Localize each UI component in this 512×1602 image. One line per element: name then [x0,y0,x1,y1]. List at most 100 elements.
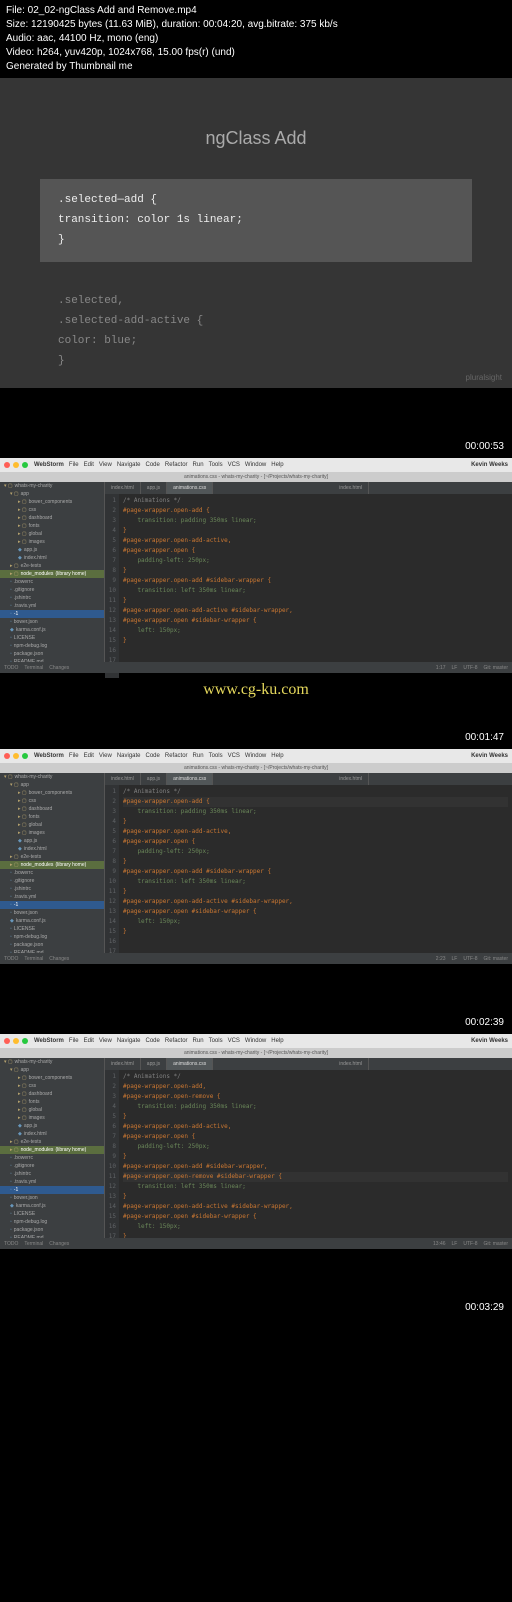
tree-item[interactable]: ▾ ▢app [0,781,104,789]
tree-item[interactable]: ◆karma.conf.js [0,626,104,634]
encoding[interactable]: UTF-8 [463,665,477,671]
tree-item[interactable]: ▸ ▢fonts [0,1098,104,1106]
menu-window[interactable]: Window [245,753,266,759]
tree-item[interactable]: ◆index.html [0,554,104,562]
close-icon[interactable] [4,1038,10,1044]
tree-item[interactable]: ▾ ▢app [0,1066,104,1074]
status-terminal[interactable]: Terminal [24,956,43,962]
tree-item[interactable]: ▸ ▢fonts [0,522,104,530]
tree-item[interactable]: ▫.jshintrc [0,885,104,893]
tree-item[interactable]: ▫.travis.yml [0,893,104,901]
line-ending[interactable]: LF [452,1241,458,1247]
menu-help[interactable]: Help [271,753,283,759]
tree-item[interactable]: ▸ ▢node_modules (library home) [0,861,104,869]
minimize-icon[interactable] [13,1038,19,1044]
menu-window[interactable]: Window [245,462,266,468]
tree-item[interactable]: ▾ ▢app [0,490,104,498]
status-changes[interactable]: Changes [49,665,69,671]
tab-index[interactable]: index.html [105,482,141,494]
tab-appjs[interactable]: app.js [141,482,167,494]
tree-item[interactable]: ▸ ▢node_modules (library home) [0,1146,104,1154]
menu-tools[interactable]: Tools [209,1038,223,1044]
tree-item[interactable]: ▫.jshintrc [0,594,104,602]
tree-item[interactable]: ▫.bowerrc [0,1154,104,1162]
tree-item[interactable]: ▫bower.json [0,1194,104,1202]
tab-appjs[interactable]: app.js [141,1058,167,1070]
tab-index[interactable]: index.html [105,1058,141,1070]
menu-vcs[interactable]: VCS [228,753,240,759]
tree-item[interactable]: ▫bower.json [0,909,104,917]
menu-window[interactable]: Window [245,1038,266,1044]
status-terminal[interactable]: Terminal [24,665,43,671]
code-content[interactable]: /* Animations */ #page-wrapper.open-add … [119,494,512,678]
status-todo[interactable]: TODO [4,1241,18,1247]
menu-navigate[interactable]: Navigate [117,753,141,759]
tab-animations[interactable]: animations.css [167,1058,213,1070]
tree-item[interactable]: ▫package.json [0,1226,104,1234]
window-controls[interactable] [4,1038,28,1044]
tree-root[interactable]: ▾ ▢whats-my-charity [0,482,104,490]
app-name[interactable]: WebStorm [34,462,64,468]
encoding[interactable]: UTF-8 [463,1241,477,1247]
tree-item[interactable]: ◆app.js [0,837,104,845]
tree-item[interactable]: ▫LICENSE [0,634,104,642]
line-ending[interactable]: LF [452,956,458,962]
tree-item[interactable]: ▸ ▢dashboard [0,514,104,522]
menu-run[interactable]: Run [193,1038,204,1044]
status-todo[interactable]: TODO [4,665,18,671]
menu-help[interactable]: Help [271,1038,283,1044]
window-controls[interactable] [4,753,28,759]
code-content[interactable]: /* Animations */ #page-wrapper.open-add … [119,785,512,969]
minimize-icon[interactable] [13,462,19,468]
menu-file[interactable]: File [69,462,79,468]
tree-item[interactable]: ◆karma.conf.js [0,1202,104,1210]
menu-navigate[interactable]: Navigate [117,462,141,468]
tree-item[interactable]: ▫package.json [0,650,104,658]
menu-refactor[interactable]: Refactor [165,462,188,468]
menu-navigate[interactable]: Navigate [117,1038,141,1044]
tree-item[interactable]: ◆app.js [0,546,104,554]
tree-item[interactable]: ▸ ▢css [0,797,104,805]
status-changes[interactable]: Changes [49,1241,69,1247]
tree-item[interactable]: ▫npm-debug.log [0,1218,104,1226]
menu-view[interactable]: View [99,462,112,468]
tree-item[interactable]: ▸ ▢fonts [0,813,104,821]
tree-item[interactable]: ▫npm-debug.log [0,933,104,941]
tree-item[interactable]: ▸ ▢css [0,506,104,514]
menu-tools[interactable]: Tools [209,462,223,468]
menu-edit[interactable]: Edit [84,753,94,759]
status-todo[interactable]: TODO [4,956,18,962]
window-controls[interactable] [4,462,28,468]
tree-item[interactable]: ▸ ▢node_modules (library home) [0,570,104,578]
menu-refactor[interactable]: Refactor [165,753,188,759]
git-branch[interactable]: Git: master [484,665,508,671]
maximize-icon[interactable] [22,462,28,468]
tree-item[interactable]: ▸ ▢dashboard [0,805,104,813]
status-changes[interactable]: Changes [49,956,69,962]
tree-item[interactable]: ◆app.js [0,1122,104,1130]
menu-file[interactable]: File [69,753,79,759]
project-tree[interactable]: ▾ ▢whats-my-charity ▾ ▢app ▸ ▢bower_comp… [0,1058,105,1238]
git-branch[interactable]: Git: master [484,1241,508,1247]
tab-index-split[interactable]: index.html [333,1058,369,1070]
menu-edit[interactable]: Edit [84,1038,94,1044]
tab-index-split[interactable]: index.html [333,773,369,785]
tree-item[interactable]: ◆index.html [0,1130,104,1138]
code-editor[interactable]: 123456789101112131415161718 /* Animation… [105,785,512,969]
tree-item[interactable]: ▫LICENSE [0,925,104,933]
tree-item[interactable]: ▸ ▢bower_components [0,789,104,797]
status-terminal[interactable]: Terminal [24,1241,43,1247]
tree-item[interactable]: ▸ ▢dashboard [0,1090,104,1098]
tab-animations[interactable]: animations.css [167,482,213,494]
tree-item[interactable]: ▫.jshintrc [0,1170,104,1178]
code-editor[interactable]: 123456789101112131415161718 /* Animation… [105,494,512,678]
menu-code[interactable]: Code [146,753,160,759]
menu-view[interactable]: View [99,1038,112,1044]
tree-item[interactable]: ▸ ▢e2e-tests [0,562,104,570]
menu-view[interactable]: View [99,753,112,759]
close-icon[interactable] [4,462,10,468]
tree-item[interactable]: ▫.gitignore [0,1162,104,1170]
git-branch[interactable]: Git: master [484,956,508,962]
tree-item[interactable]: ▸ ▢global [0,530,104,538]
tree-item[interactable]: ▫.bowerrc [0,578,104,586]
